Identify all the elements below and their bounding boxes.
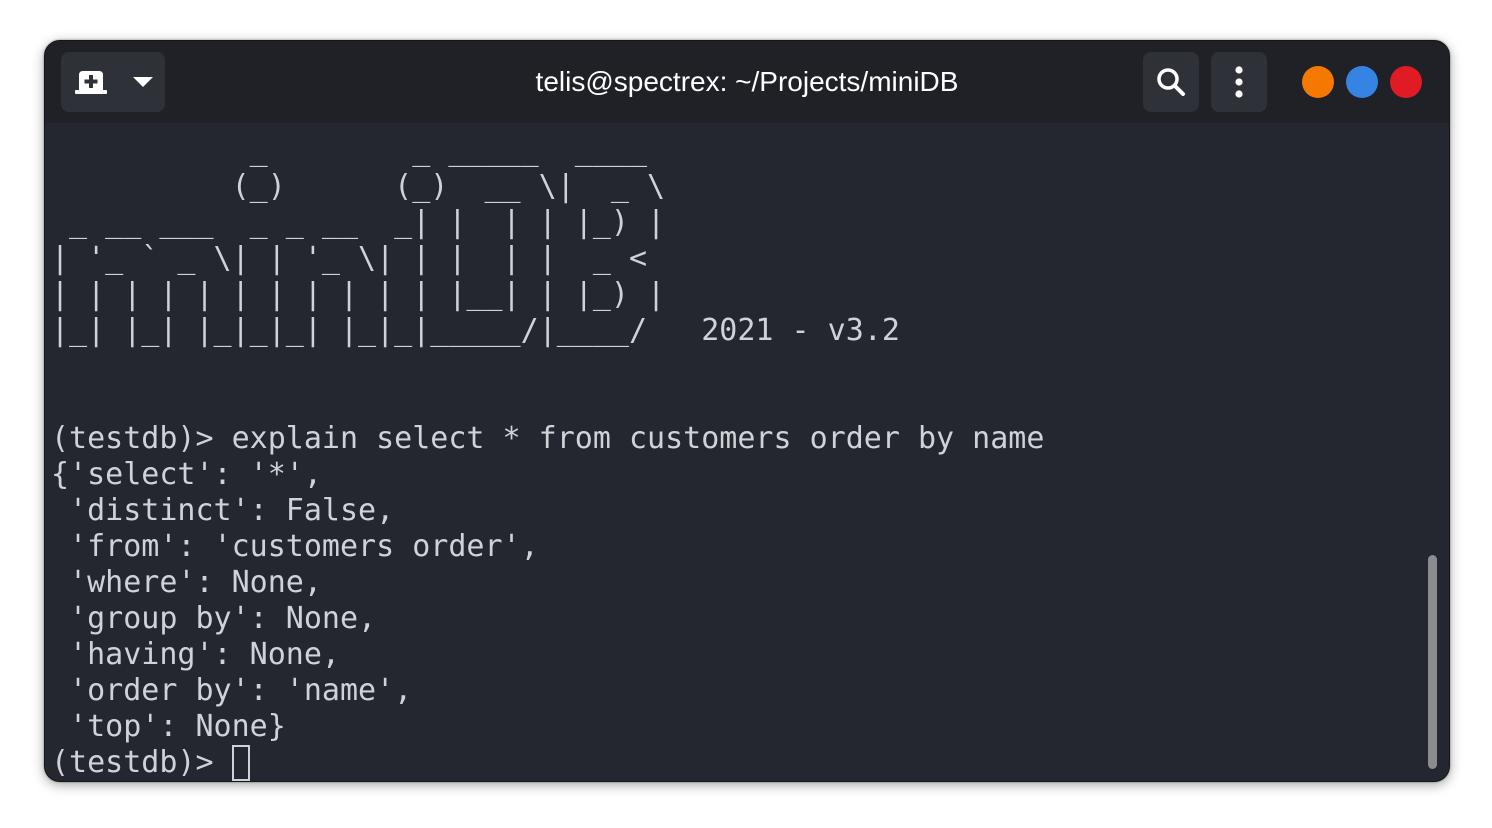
kebab-menu-icon — [1235, 66, 1243, 98]
minimize-button[interactable] — [1302, 66, 1334, 98]
banner-line: | '_ ` _ \| | '_ \| | | | | _ < — [51, 241, 666, 276]
terminal-output[interactable]: _ _ _____ ____ (_) (_) __ \| _ \ _ __ __… — [45, 123, 1449, 781]
terminal-line: {'select': '*', — [51, 457, 322, 492]
banner-line: _ __ ___ _ _ __ _| | | | |_) | — [51, 205, 666, 240]
prompt-line[interactable]: (testdb)> — [51, 745, 1449, 781]
terminal-line: 'order by': 'name', — [51, 673, 413, 708]
terminal-line: (testdb)> explain select * from customer… — [51, 421, 1045, 456]
terminal-line: 'distinct': False, — [51, 493, 395, 528]
menu-button[interactable] — [1211, 52, 1267, 112]
close-button[interactable] — [1390, 66, 1422, 98]
banner-line: |_| |_| |_|_|_| |_|_|_____/|____/ 2021 -… — [51, 313, 900, 348]
text-cursor — [231, 745, 250, 781]
terminal-window: telis@spectrex: ~/Projects/miniDB _ _ __… — [44, 40, 1450, 782]
tab-dropdown-button[interactable] — [121, 52, 165, 112]
new-tab-icon — [75, 71, 107, 94]
prompt: (testdb)> — [51, 745, 232, 780]
search-icon — [1157, 68, 1185, 96]
terminal-line: 'having': None, — [51, 637, 340, 672]
banner-line: | | | | | | | | | | | |__| | |_) | — [51, 277, 666, 312]
title-bar: telis@spectrex: ~/Projects/miniDB — [45, 41, 1449, 123]
banner-line: (_) (_) __ \| _ \ — [51, 169, 684, 204]
command-output: (testdb)> explain select * from customer… — [51, 421, 1449, 781]
new-tab-button[interactable] — [61, 52, 121, 112]
terminal-line: 'top': None} — [51, 709, 286, 744]
search-button[interactable] — [1143, 52, 1199, 112]
maximize-button[interactable] — [1346, 66, 1378, 98]
chevron-down-icon — [133, 77, 153, 87]
terminal-line: 'group by': None, — [51, 601, 377, 636]
tab-controls — [61, 52, 165, 112]
terminal-line: 'from': 'customers order', — [51, 529, 539, 564]
terminal-line: 'where': None, — [51, 565, 322, 600]
banner-line: _ _ _____ ____ — [51, 133, 684, 168]
ascii-banner: _ _ _____ ____ (_) (_) __ \| _ \ _ __ __… — [51, 133, 1449, 349]
scrollbar-thumb[interactable] — [1428, 555, 1437, 769]
